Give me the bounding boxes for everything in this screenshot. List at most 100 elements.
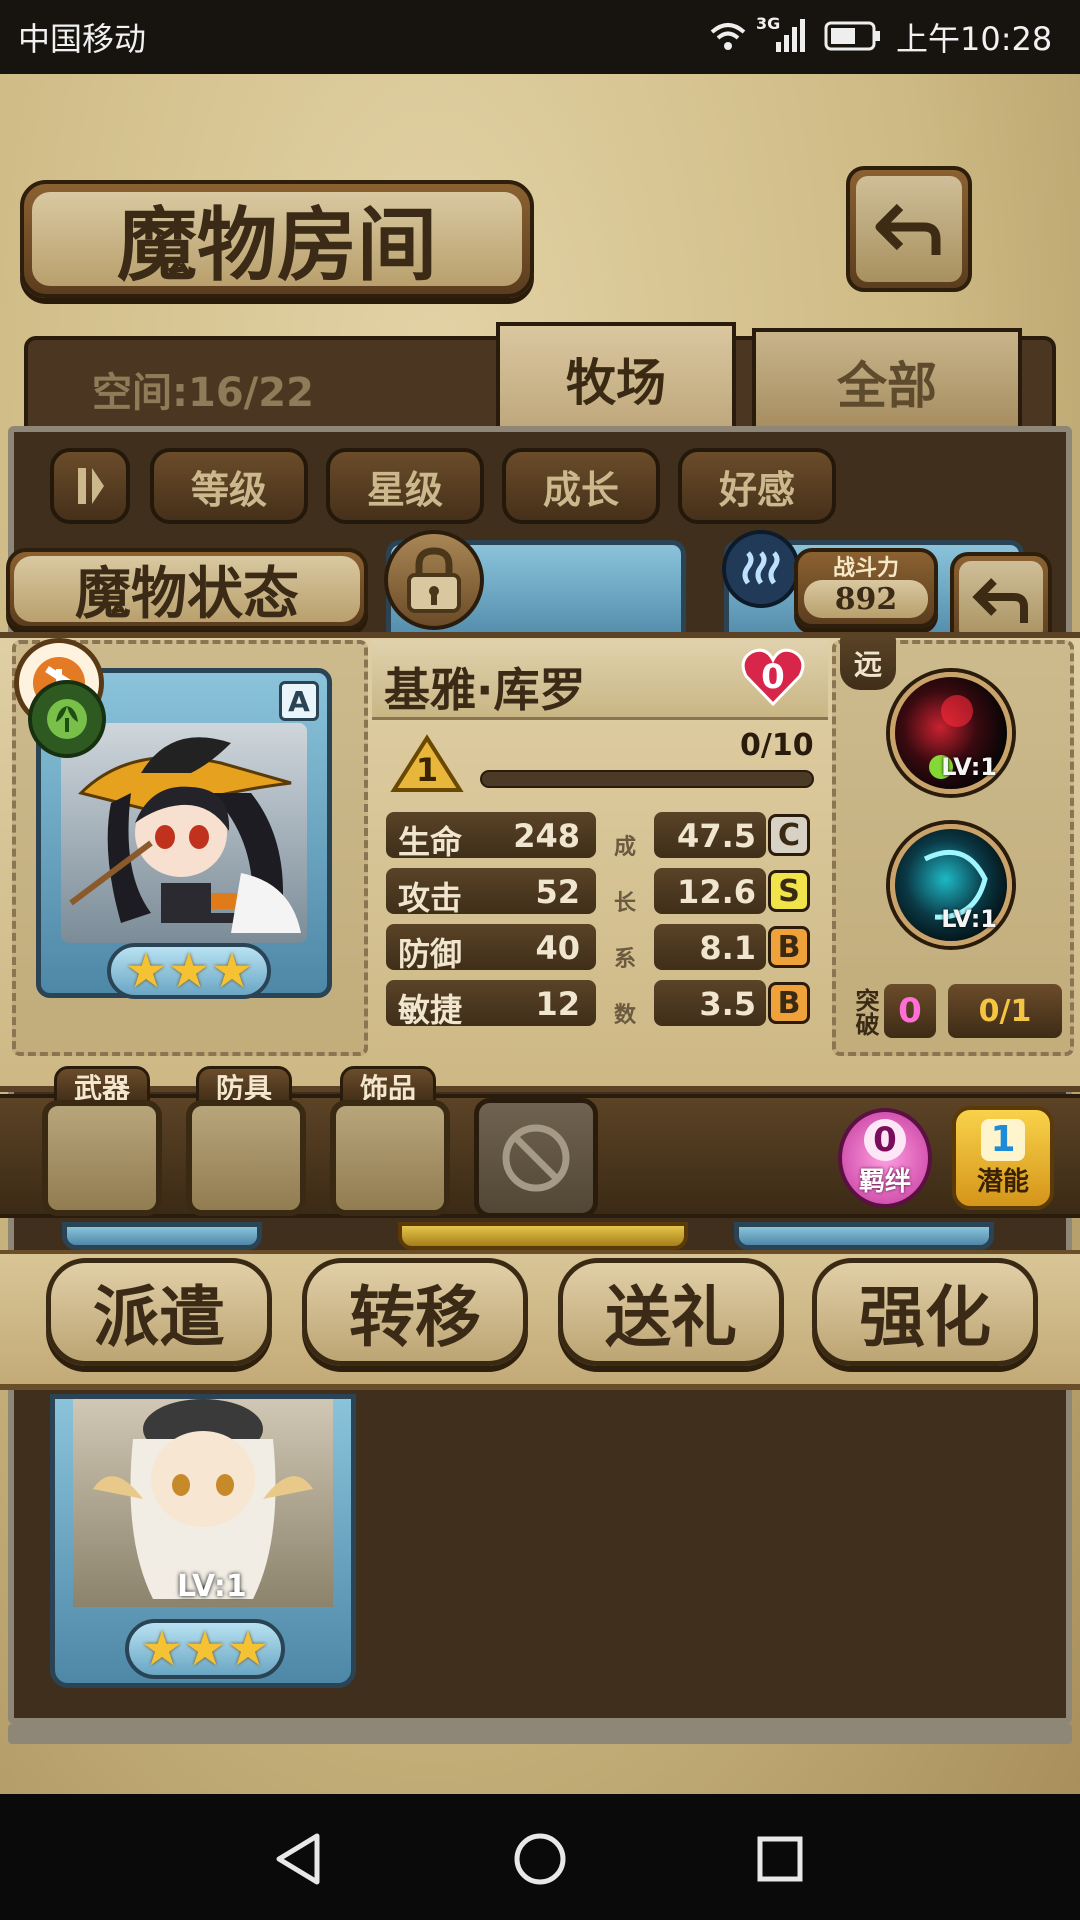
witch-girl-portrait-icon (69, 737, 301, 933)
growth-label-char: 长 (613, 891, 636, 916)
monster-level: LV:1 (177, 1569, 247, 1604)
battery-icon (824, 20, 882, 52)
star-icon: ★ (210, 943, 254, 999)
gift-button[interactable]: 送礼 (558, 1258, 784, 1366)
growth-label-char: 数 (613, 1003, 636, 1028)
grade-badge: B (768, 982, 810, 1024)
carrier-label: 中国移动 (18, 20, 147, 58)
list-bottom-edge (8, 1724, 1072, 1744)
bond-count: 0 (864, 1118, 906, 1161)
rank-badge: A (279, 681, 319, 721)
nav-back-button[interactable] (258, 1824, 338, 1894)
name-plate: 基雅·库罗 0 (372, 640, 828, 720)
level-value: 1 (415, 751, 439, 789)
star-icon: ★ (183, 1621, 227, 1677)
sort-toggle-button[interactable] (50, 448, 130, 524)
monster-portrait (61, 723, 307, 943)
skill-slot[interactable]: LV:1 (890, 672, 1012, 794)
circle-home-icon (514, 1833, 566, 1885)
growth-value: 3.5 (699, 985, 756, 1023)
stat-value: 12 (535, 985, 580, 1023)
return-arrow-icon (959, 561, 1043, 641)
wifi-icon (708, 18, 748, 54)
stat-label: 攻击 (398, 879, 463, 917)
monster-card-behind[interactable] (62, 1222, 262, 1250)
filter-star[interactable]: 星级 (326, 448, 484, 524)
grade-badge: S (768, 870, 810, 912)
transfer-button[interactable]: 转移 (302, 1258, 528, 1366)
signal-icon (774, 18, 808, 52)
monster-card-behind[interactable] (734, 1222, 994, 1250)
monster-card-behind[interactable] (398, 1222, 688, 1250)
growth-agility: 3.5 (654, 980, 766, 1026)
grade-badge: B (768, 926, 810, 968)
filter-growth[interactable]: 成长 (502, 448, 660, 524)
potential-count: 1 (981, 1118, 1025, 1161)
growth-attack: 12.6 (654, 868, 766, 914)
stat-label: 敏捷 (398, 991, 463, 1029)
stat-row-defense: 防御 40 (386, 924, 596, 973)
filter-level[interactable]: 等级 (150, 448, 308, 524)
exp-text: 0/10 (740, 728, 814, 763)
accessory-slot[interactable] (330, 1100, 450, 1216)
growth-label-char: 成 (613, 835, 636, 860)
growth-defense: 8.1 (654, 924, 766, 970)
status-bar: 中国移动 3G 上午10:28 (0, 0, 1080, 74)
tab-all[interactable]: 全部 (752, 328, 1022, 432)
prohibited-icon (502, 1124, 570, 1192)
dispatch-button[interactable]: 派遣 (46, 1258, 272, 1366)
triangle-back-icon (276, 1833, 320, 1885)
combat-power-value: 892 (804, 580, 928, 618)
armor-slot[interactable] (186, 1100, 306, 1216)
lock-button[interactable] (384, 530, 484, 630)
monster-card[interactable]: LV:1 ★ ★ ★ (50, 1394, 356, 1688)
growth-value: 47.5 (677, 817, 756, 855)
hot-spring-button[interactable] (722, 530, 800, 608)
status-title-plate: 魔物状态 (6, 548, 368, 630)
skill-slot[interactable]: LV:1 (890, 824, 1012, 946)
growth-coefficient-label: 成 长 系 数 (610, 820, 640, 1044)
leaf-icon (47, 699, 87, 739)
enhance-button[interactable]: 强化 (812, 1258, 1038, 1366)
star-icon: ★ (124, 943, 168, 999)
star-icon: ★ (140, 1621, 184, 1677)
stat-value: 52 (535, 873, 580, 911)
hot-spring-icon (742, 551, 780, 585)
star-rating: ★ ★ ★ (107, 943, 271, 999)
nav-home-button[interactable] (500, 1824, 580, 1894)
stat-row-agility: 敏捷 12 (386, 980, 596, 1029)
stat-value: 248 (513, 817, 580, 855)
monster-thumbnail: LV:1 (73, 1399, 333, 1607)
potential-button[interactable]: 1 潜能 (952, 1106, 1054, 1210)
tab-pasture[interactable]: 牧场 (496, 322, 736, 432)
bond-button[interactable]: 0 羁绊 (838, 1108, 932, 1208)
growth-hp: 47.5 (654, 812, 766, 858)
heart-badge: 0 (740, 646, 806, 708)
star-rating: ★ ★ ★ (125, 1619, 285, 1679)
skill-level: LV:1 (941, 753, 997, 781)
growth-value: 8.1 (699, 929, 756, 967)
element-badge (28, 680, 106, 758)
star-icon: ★ (167, 943, 211, 999)
breakthrough-row: 突破 0 0/1 (844, 980, 1066, 1042)
exp-bar (480, 770, 814, 788)
back-arrow-icon (856, 176, 962, 282)
nav-recents-button[interactable] (740, 1824, 820, 1894)
navigation-bar (0, 1794, 1080, 1920)
star-icon: ★ (226, 1621, 270, 1677)
square-recents-icon (757, 1836, 803, 1882)
breakthrough-count: 0 (884, 984, 936, 1038)
heart-count: 0 (761, 657, 785, 697)
stat-row-attack: 攻击 52 (386, 868, 596, 917)
filter-affection[interactable]: 好感 (678, 448, 836, 524)
growth-label-char: 系 (613, 947, 636, 972)
space-counter: 空间:16/22 (92, 370, 314, 416)
clock: 上午10:28 (896, 20, 1053, 58)
page-title: 魔物房间 (32, 192, 522, 292)
status-panel-title: 魔物状态 (14, 556, 360, 627)
back-button[interactable] (846, 166, 972, 292)
weapon-slot[interactable] (42, 1100, 162, 1216)
padlock-icon (407, 547, 461, 613)
stat-value: 40 (535, 929, 580, 967)
stat-label: 防御 (398, 935, 463, 973)
